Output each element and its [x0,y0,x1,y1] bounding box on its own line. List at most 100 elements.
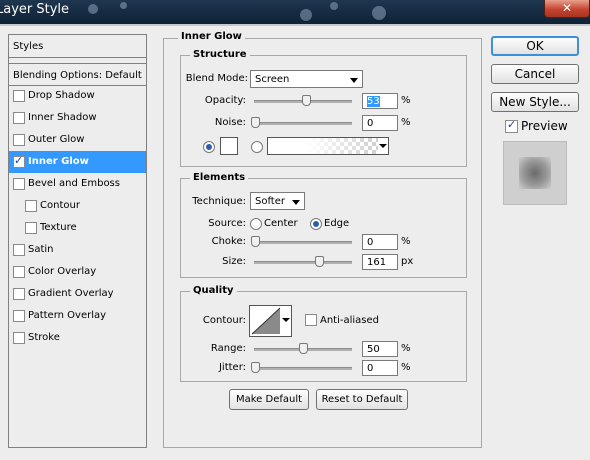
style-item-contour[interactable]: Contour [9,195,146,217]
blending-options-item[interactable]: Blending Options: Default [9,63,146,86]
choke-slider-handle[interactable] [251,236,260,247]
style-item-satin[interactable]: Satin [9,239,146,261]
percent-unit: % [401,362,411,373]
new-style-button[interactable]: New Style... [491,92,579,112]
source-center-radio[interactable] [250,218,262,230]
technique-label: Technique: [192,196,246,207]
style-checkbox[interactable] [13,154,25,168]
jitter-label: Jitter: [218,362,246,373]
size-slider[interactable] [254,261,352,264]
opacity-input[interactable]: 53 [362,93,398,109]
choke-slider[interactable] [254,241,352,244]
cancel-button[interactable]: Cancel [491,64,579,84]
chevron-down-icon [292,200,300,205]
style-checkbox[interactable] [13,266,25,278]
checkmark-icon: ✓ [507,118,517,131]
style-item-outer-glow[interactable]: Outer Glow [9,129,146,151]
style-item-label: Texture [40,222,77,233]
jitter-slider[interactable] [254,367,352,370]
style-item-bevel-and-emboss[interactable]: Bevel and Emboss [9,173,146,195]
style-checkbox[interactable] [13,310,25,322]
px-unit: px [401,256,414,267]
style-item-label: Stroke [28,332,60,343]
style-item-stroke[interactable]: Stroke [9,327,146,349]
styles-header[interactable]: Styles [9,35,146,58]
noise-label: Noise: [214,117,246,128]
style-item-label: Inner Glow [28,156,89,167]
choke-label: Choke: [211,236,246,247]
jitter-slider-handle[interactable] [251,362,260,373]
styles-list: Styles Blending Options: Default Drop Sh… [8,34,147,448]
structure-title: Structure [190,49,250,60]
style-item-label: Pattern Overlay [28,310,107,321]
style-checkbox[interactable] [13,332,25,344]
contour-preview-icon [251,307,281,335]
style-item-label: Contour [40,200,80,211]
noise-input[interactable]: 0 [362,115,398,131]
style-item-inner-glow[interactable]: Inner Glow [9,151,146,173]
style-item-label: Satin [28,244,54,255]
style-item-label: Color Overlay [28,266,97,277]
decoration [120,2,127,9]
gradient-picker[interactable] [267,137,380,155]
gradient-radio[interactable] [251,141,263,153]
contour-picker[interactable] [249,305,283,337]
elements-title: Elements [190,172,249,183]
divider [0,24,590,26]
style-item-color-overlay[interactable]: Color Overlay [9,261,146,283]
close-button[interactable]: ✕ [544,0,590,18]
jitter-input[interactable]: 0 [362,360,398,376]
range-slider-handle[interactable] [299,343,308,354]
solid-color-radio[interactable] [203,141,215,153]
technique-select[interactable]: Softer [250,192,305,210]
anti-aliased-label: Anti-aliased [320,315,380,326]
blending-options-label: Blending Options: Default [13,70,142,81]
style-item-label: Inner Shadow [28,112,97,123]
style-item-texture[interactable]: Texture [9,217,146,239]
style-item-gradient-overlay[interactable]: Gradient Overlay [9,283,146,305]
source-label: Source: [208,218,246,229]
percent-unit: % [401,95,411,106]
gradient-dropdown[interactable] [378,137,389,155]
decoration [330,2,338,10]
anti-aliased-checkbox[interactable] [305,314,317,326]
choke-input[interactable]: 0 [362,234,398,250]
source-center-label: Center [264,218,298,229]
style-item-pattern-overlay[interactable]: Pattern Overlay [9,305,146,327]
style-checkbox[interactable] [13,134,25,146]
glow-color-swatch[interactable] [220,137,238,155]
style-item-inner-shadow[interactable]: Inner Shadow [9,107,146,129]
make-default-button[interactable]: Make Default [229,389,309,410]
style-checkbox[interactable] [25,222,37,234]
style-checkbox[interactable] [13,90,25,102]
decoration [88,4,98,14]
inner-glow-title: Inner Glow [178,31,245,42]
style-checkbox[interactable] [13,112,25,124]
title-bar[interactable]: Layer Style ✕ [0,0,590,24]
style-checkbox[interactable] [13,178,25,190]
range-input[interactable]: 50 [362,341,398,357]
size-slider-handle[interactable] [315,256,324,267]
technique-value: Softer [255,196,285,207]
style-checkbox[interactable] [13,288,25,300]
opacity-slider-handle[interactable] [302,95,311,106]
contour-dropdown[interactable] [281,305,292,337]
preview-swatch [519,157,551,189]
style-item-label: Bevel and Emboss [28,178,120,189]
ok-button[interactable]: OK [491,36,579,56]
noise-slider[interactable] [254,122,352,125]
source-edge-radio[interactable] [310,218,322,230]
size-input[interactable]: 161 [362,254,398,270]
source-edge-label: Edge [324,218,350,229]
style-checkbox[interactable] [25,200,37,212]
chevron-down-icon [350,78,358,83]
noise-slider-handle[interactable] [251,117,260,128]
style-checkbox[interactable] [13,244,25,256]
range-label: Range: [210,343,246,354]
style-item-drop-shadow[interactable]: Drop Shadow [9,85,146,107]
blend-mode-select[interactable]: Screen [250,70,363,88]
style-item-label: Drop Shadow [28,90,95,101]
percent-unit: % [401,236,411,247]
reset-to-default-button[interactable]: Reset to Default [316,389,408,410]
preview-checkbox[interactable]: ✓ [505,118,518,133]
